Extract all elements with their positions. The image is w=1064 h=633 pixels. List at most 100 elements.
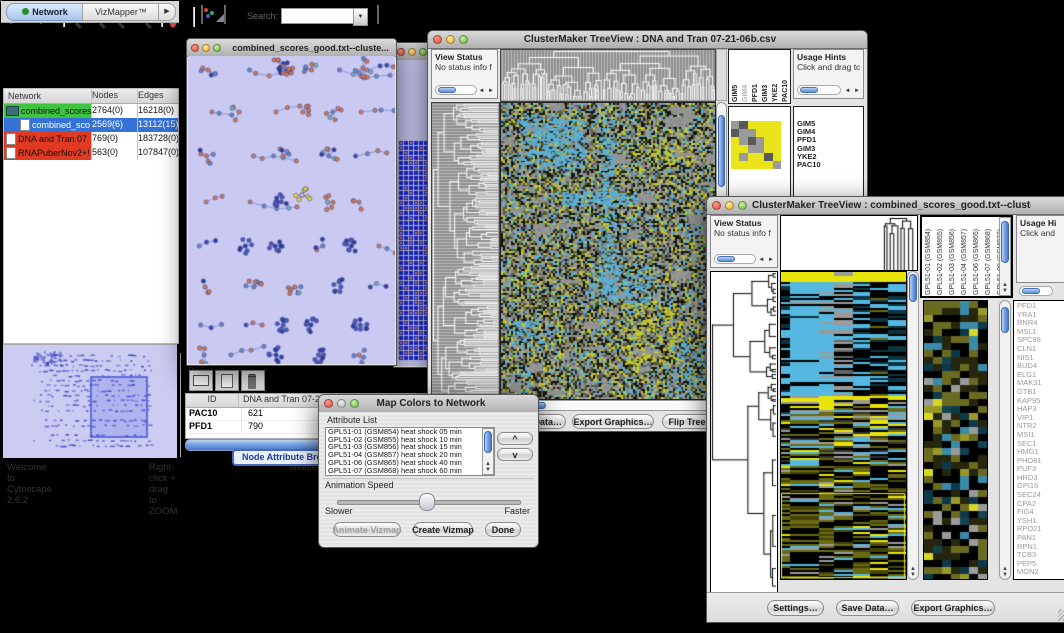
tv1-matrix-cell[interactable]: [764, 153, 772, 161]
tv1-status-scroll-arrows-icon[interactable]: ◄ ►: [478, 88, 495, 94]
tv1-matrix-cell[interactable]: [773, 153, 781, 161]
tv1-matrix-cell[interactable]: [773, 129, 781, 137]
tv1-matrix-cell[interactable]: [748, 121, 756, 129]
tv1-matrix-cell[interactable]: [739, 137, 747, 145]
attr-col-id[interactable]: ID: [186, 394, 239, 407]
tv1-matrix-cell[interactable]: [756, 153, 764, 161]
tv1-matrix-cell[interactable]: [756, 129, 764, 137]
tv1-matrix-cell[interactable]: [773, 145, 781, 153]
treeview1-titlebar[interactable]: ClusterMaker TreeView : DNA and Tran 07-…: [428, 31, 867, 49]
tv2-column-labels-panel[interactable]: GPL51-01 (GSM854)GPL51-02 (GSM855)GPL51-…: [920, 215, 1013, 298]
tab-network[interactable]: Network: [6, 3, 84, 21]
attribute-list-vscrollbar[interactable]: ▲▼: [482, 428, 494, 475]
tv2-save-data-button[interactable]: Save Data…: [836, 600, 899, 616]
tv2-gene-list-panel[interactable]: PFD1YRA1RNR4MSL1SPC98CLN1NIS1BUD4ELG1MAK…: [1013, 300, 1064, 580]
search-input[interactable]: [281, 8, 357, 24]
tv1-zoom-button[interactable]: [459, 35, 468, 44]
tv1-matrix-cell[interactable]: [731, 129, 739, 137]
network-table-row[interactable]: RNAPuberNov2+! 563(0) 107847(0): [4, 146, 178, 160]
import-table-icon[interactable]: [373, 6, 395, 28]
tv1-matrix-cell[interactable]: [764, 137, 772, 145]
tv1-matrix-cell[interactable]: [739, 121, 747, 129]
new-attribute-icon[interactable]: [215, 370, 239, 391]
tv1-zoom-matrix[interactable]: [731, 121, 781, 169]
network-canvas[interactable]: [188, 56, 395, 364]
tv1-export-graphics-button[interactable]: Export Graphics…: [572, 414, 654, 429]
tv1-rowdendro-canvas[interactable]: [432, 103, 499, 399]
tv1-matrix-cell[interactable]: [748, 137, 756, 145]
tv2-zoomheat-canvas[interactable]: [924, 301, 987, 579]
speed-slider-thumb[interactable]: [419, 493, 435, 511]
search-dropdown-icon[interactable]: ▼: [353, 8, 368, 26]
dialog-minimize-button[interactable]: [337, 399, 346, 408]
tv1-matrix-cell[interactable]: [773, 121, 781, 129]
resize-grip-icon[interactable]: [1058, 609, 1064, 621]
tv1-matrix-cell[interactable]: [773, 137, 781, 145]
tv1-matrix-cell[interactable]: [764, 161, 772, 169]
network-frame-titlebar[interactable]: combined_scores_good.txt--cluste...: [187, 39, 396, 57]
network-table-row[interactable]: DNA and Tran 07 769(0) 183728(0): [4, 132, 178, 146]
tv1-matrix-cell[interactable]: [731, 121, 739, 129]
tv1-matrix-cell[interactable]: [731, 145, 739, 153]
tv2-status-scrollbar[interactable]: [714, 254, 756, 264]
tv1-close-button[interactable]: [433, 35, 442, 44]
tv2-rowdendro-canvas[interactable]: [711, 272, 777, 593]
netframe-close-button[interactable]: [191, 44, 199, 52]
tv1-matrix-cell[interactable]: [748, 161, 756, 169]
animate-vizmap-button[interactable]: Animate Vizmap: [333, 522, 401, 537]
move-attribute-up-button[interactable]: ^: [497, 432, 533, 445]
netframe-zoom-button[interactable]: [213, 44, 221, 52]
tv2-heatmap-canvas[interactable]: [781, 272, 906, 579]
annotation-icon[interactable]: [221, 6, 243, 28]
tv1-matrix-cell[interactable]: [756, 121, 764, 129]
tv1-column-labels-panel[interactable]: GIM5GIM4PFD1GIM3YKE2PAC10: [728, 49, 791, 104]
delete-attribute-trash-icon[interactable]: [241, 370, 265, 391]
create-vizmap-button[interactable]: Create Vizmap: [413, 522, 473, 537]
tv2-hints-scrollbar[interactable]: [1019, 286, 1053, 296]
tv1-matrix-cell[interactable]: [756, 145, 764, 153]
tv2-settings-button[interactable]: Settings…: [767, 600, 824, 616]
netframe-minimize-button[interactable]: [202, 44, 210, 52]
attribute-list-item[interactable]: GPL51-07 (GSM868) heat shock 60 min: [326, 467, 494, 475]
tv1-matrix-cell[interactable]: [756, 137, 764, 145]
tv1-matrix-cell[interactable]: [739, 145, 747, 153]
dialog-titlebar[interactable]: Map Colors to Network: [319, 395, 538, 413]
tv1-matrix-cell[interactable]: [773, 161, 781, 169]
tv1-status-scrollbar[interactable]: [435, 85, 477, 95]
frame2-minimize-button[interactable]: [408, 48, 416, 56]
birdseye-canvas[interactable]: [3, 345, 177, 458]
tab-vizmapper[interactable]: VizMapper™: [82, 3, 160, 21]
frame2-zoom-button[interactable]: [419, 48, 427, 56]
tv1-matrix-cell[interactable]: [748, 145, 756, 153]
tv1-matrix-cell[interactable]: [739, 129, 747, 137]
network-table-header[interactable]: Network Nodes Edges: [4, 89, 178, 104]
table-mode-icon[interactable]: [189, 370, 213, 391]
tv1-matrix-cell[interactable]: [764, 129, 772, 137]
frame2-close-button[interactable]: [397, 48, 405, 56]
tv1-minimize-button[interactable]: [446, 35, 455, 44]
treeview2-titlebar[interactable]: ClusterMaker TreeView : combined_scores_…: [707, 197, 1064, 215]
tv1-matrix-cell[interactable]: [756, 161, 764, 169]
tv1-matrix-cell[interactable]: [739, 161, 747, 169]
tv1-matrix-cell[interactable]: [739, 153, 747, 161]
tv2-zoom-button[interactable]: [738, 201, 747, 210]
tv1-hints-scrollbar[interactable]: [797, 85, 841, 95]
move-attribute-down-button[interactable]: v: [497, 448, 533, 461]
tv1-matrix-cell[interactable]: [748, 153, 756, 161]
tv2-coldendro-canvas[interactable]: [781, 216, 917, 270]
tv1-heatmap-canvas[interactable]: [501, 103, 715, 399]
done-button[interactable]: Done: [485, 522, 521, 537]
tv1-matrix-cell[interactable]: [748, 129, 756, 137]
tab-overflow-arrow[interactable]: ▶: [158, 3, 176, 21]
tv2-collabels-vscrollbar[interactable]: ▲▼: [999, 217, 1011, 296]
tv1-hints-scroll-arrows-icon[interactable]: ◄ ►: [844, 88, 861, 94]
dialog-close-button[interactable]: [324, 399, 333, 408]
tv1-matrix-cell[interactable]: [731, 153, 739, 161]
tv1-coldendro-canvas[interactable]: [501, 50, 715, 101]
tv2-zoom-vscrollbar[interactable]: ▲▼: [999, 300, 1011, 580]
tv2-heatmap-vscrollbar[interactable]: ▲▼: [907, 271, 919, 580]
tv1-matrix-cell[interactable]: [731, 137, 739, 145]
tv2-close-button[interactable]: [712, 201, 721, 210]
tv2-export-graphics-button[interactable]: Export Graphics…: [911, 600, 995, 616]
network-table-row[interactable]: combined_scores 2764(0) 16218(0): [4, 104, 178, 118]
